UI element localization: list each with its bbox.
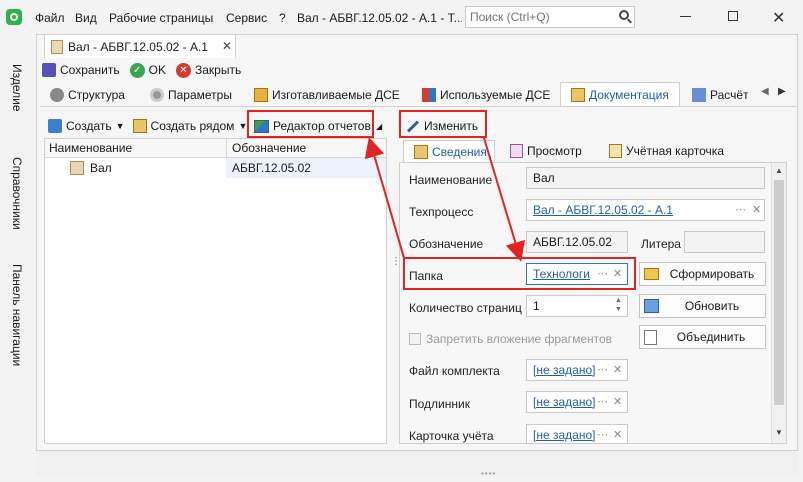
arrow-folder-to-report <box>364 137 405 259</box>
annotation-arrows <box>364 137 525 262</box>
arrow-edit-to-folder <box>483 137 525 262</box>
resize-grip-icon[interactable]: •••• <box>481 469 496 478</box>
status-bar: •••• <box>36 450 798 478</box>
